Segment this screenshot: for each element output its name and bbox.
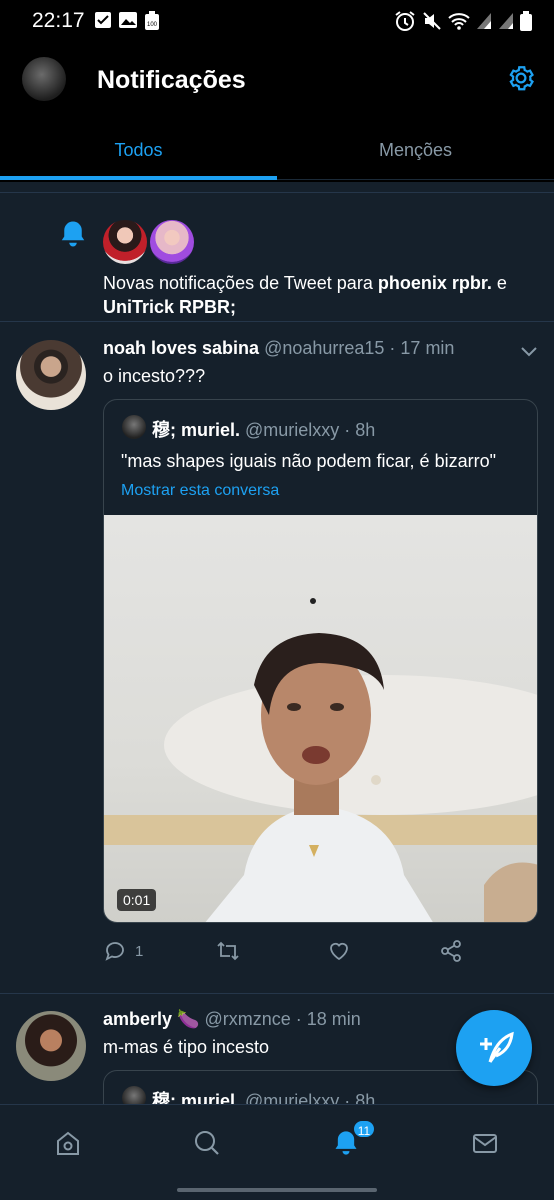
tweet-author-name[interactable]: amberly xyxy=(103,1009,172,1029)
home-icon[interactable] xyxy=(54,1129,82,1157)
tweet-meta: @rxmznce · 18 min xyxy=(199,1009,361,1029)
status-right-icons xyxy=(394,10,532,32)
quote-author-name: 穆; muriel. xyxy=(152,420,241,440)
video-duration: 0:01 xyxy=(117,889,157,911)
avatar[interactable] xyxy=(16,340,86,410)
quote-text: "mas shapes iguais não podem ficar, é bi… xyxy=(121,451,496,471)
battery-label: 100 xyxy=(147,22,158,28)
bell-icon xyxy=(61,221,85,247)
system-home-bar xyxy=(0,1180,554,1200)
show-conversation-link[interactable]: Mostrar esta conversa xyxy=(121,482,279,500)
gallery-icon xyxy=(119,12,137,28)
reply-count: 1 xyxy=(135,942,144,960)
video-frame-image xyxy=(104,598,537,922)
chevron-down-icon[interactable] xyxy=(520,346,538,358)
quote-header: 穆; muriel. @murielxxy · 8h xyxy=(152,416,375,442)
video-thumbnail[interactable]: 0:01 xyxy=(104,515,537,922)
battery-icon: 100 xyxy=(145,11,159,30)
notification-name-1[interactable]: phoenix rpbr. xyxy=(378,273,492,293)
like-icon xyxy=(330,942,348,961)
share-icon xyxy=(441,940,461,962)
search-icon[interactable] xyxy=(193,1129,221,1157)
tab-todos[interactable]: Todos xyxy=(0,124,277,180)
signal-icon xyxy=(477,13,491,29)
avatar[interactable] xyxy=(16,1011,86,1081)
tab-bar: Todos Menções xyxy=(0,124,554,180)
notification-connector: e xyxy=(491,273,507,293)
tweet-meta: @noahurrea15 · 17 min xyxy=(259,338,455,358)
notification-prefix: Novas notificações de Tweet para xyxy=(103,273,378,293)
reply-button[interactable]: 1 xyxy=(103,939,143,963)
signal-icon-2 xyxy=(499,13,513,29)
status-bar: 22:17 100 xyxy=(0,0,554,42)
status-time: 22:17 xyxy=(32,9,85,32)
bottom-navigation: 11 xyxy=(0,1104,554,1180)
checkbox-icon xyxy=(95,12,111,28)
avatar[interactable] xyxy=(150,220,194,264)
tweet-notification[interactable]: Novas notificações de Tweet para phoenix… xyxy=(0,192,554,322)
quote-meta: @murielxxy · 8h xyxy=(240,1091,376,1104)
avatar xyxy=(122,1086,146,1104)
profile-avatar[interactable] xyxy=(22,57,66,101)
notification-badge: 11 xyxy=(352,1119,376,1139)
quote-meta: @murielxxy · 8h xyxy=(240,420,376,440)
app-header: Notificações Todos Menções xyxy=(0,42,554,182)
tweet-card[interactable]: noah loves sabina @noahurrea15 · 17 min … xyxy=(0,324,554,994)
wifi-icon xyxy=(448,13,470,30)
avatar xyxy=(122,415,146,439)
tweet-header: amberly 🍆 @rxmznce · 18 min xyxy=(103,1009,361,1030)
tab-mencoes[interactable]: Menções xyxy=(277,124,554,179)
retweet-button[interactable] xyxy=(215,939,241,963)
quote-author-name: 穆; muriel. xyxy=(152,1091,241,1104)
tweet-text: m-mas é tipo incesto xyxy=(103,1037,270,1057)
compose-icon xyxy=(480,1031,514,1063)
status-left-icons: 100 xyxy=(94,11,160,31)
reply-icon xyxy=(105,942,124,961)
quoted-tweet[interactable]: 穆; muriel. @murielxxy · 8h "mas shapes i… xyxy=(103,399,538,923)
mail-icon[interactable] xyxy=(471,1129,499,1157)
like-button[interactable] xyxy=(327,939,351,963)
page-title: Notificações xyxy=(97,66,246,94)
tweet-actions: 1 xyxy=(103,939,523,969)
tweet-text: o incesto??? xyxy=(103,366,206,386)
alarm-icon xyxy=(395,11,415,31)
avatar[interactable] xyxy=(103,220,147,264)
tweet-header: noah loves sabina @noahurrea15 · 17 min xyxy=(103,338,454,359)
gear-icon[interactable] xyxy=(506,63,536,93)
compose-tweet-button[interactable] xyxy=(456,1010,532,1086)
notification-name-2[interactable]: UniTrick RPBR; xyxy=(103,297,236,317)
name-emoji: 🍆 xyxy=(177,1009,200,1029)
notification-text: Novas notificações de Tweet para phoenix… xyxy=(103,271,533,319)
share-button[interactable] xyxy=(439,939,463,963)
home-indicator[interactable] xyxy=(177,1188,377,1192)
mute-icon xyxy=(423,12,441,30)
notifications-feed[interactable]: Novas notificações de Tweet para phoenix… xyxy=(0,182,554,1104)
quote-header: 穆; muriel. @murielxxy · 8h xyxy=(152,1087,375,1104)
retweet-icon xyxy=(217,941,239,961)
battery-level-icon xyxy=(520,11,532,31)
tweet-author-name[interactable]: noah loves sabina xyxy=(103,338,259,358)
